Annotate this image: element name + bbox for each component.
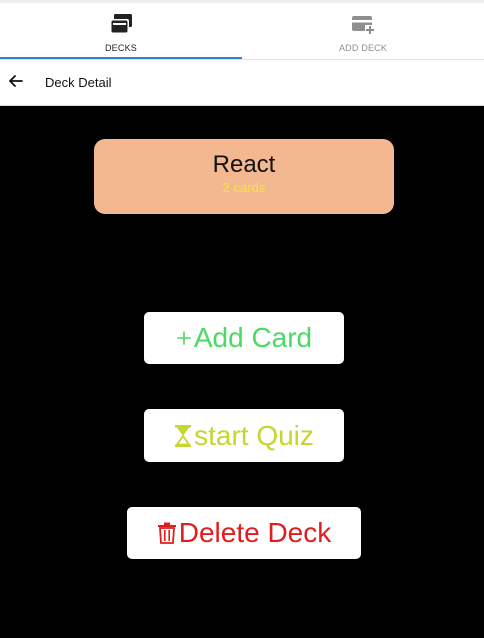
deck-detail-content: React 2 cards Add Card start Quiz Delete… — [0, 106, 484, 638]
start-quiz-label: start Quiz — [194, 419, 314, 451]
tab-add-deck[interactable]: ADD DECK — [242, 3, 484, 59]
trash-icon — [157, 522, 177, 544]
header-bar: Deck Detail — [0, 59, 484, 106]
deck-card-count: 2 cards — [222, 180, 266, 195]
start-quiz-button[interactable]: start Quiz — [144, 409, 344, 462]
page-title: Deck Detail — [45, 75, 112, 90]
cards-stack-icon — [109, 14, 133, 40]
tab-bar: DECKS ADD DECK — [0, 0, 484, 59]
tab-decks-label: DECKS — [104, 43, 137, 53]
deck-name: React — [212, 151, 276, 178]
delete-deck-button[interactable]: Delete Deck — [127, 507, 361, 559]
arrow-left-icon — [9, 74, 23, 92]
delete-deck-label: Delete Deck — [178, 517, 332, 548]
plus-icon — [176, 330, 192, 346]
tab-decks[interactable]: DECKS — [0, 3, 242, 59]
tab-add-deck-label: ADD DECK — [338, 43, 388, 53]
back-button[interactable] — [2, 69, 30, 97]
deck-card: React 2 cards — [94, 139, 394, 214]
add-card-label: Add Card — [193, 322, 313, 353]
add-card-button[interactable]: Add Card — [144, 312, 344, 364]
hourglass-icon — [174, 424, 192, 448]
add-card-icon — [351, 14, 375, 40]
